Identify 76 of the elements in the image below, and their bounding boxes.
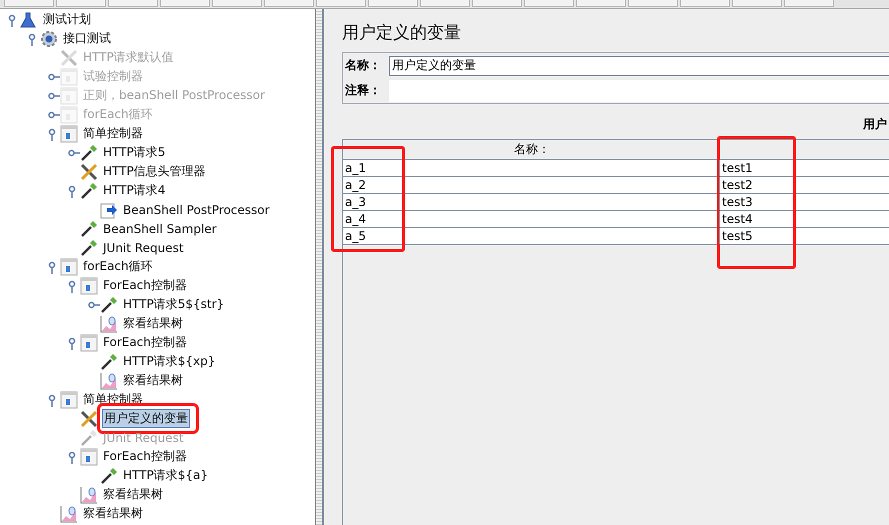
table-cell: a_2 [343,177,720,193]
tools-icon [80,410,98,428]
table-cell: a_5 [343,228,720,244]
graph-icon [100,372,118,390]
controller-icon [60,86,78,104]
tree-item[interactable]: 察看结果树 [122,372,184,389]
table-cell-text: test5 [721,228,754,244]
pipette-icon [80,182,98,200]
expanded-handle-icon[interactable] [68,336,78,350]
expanded-handle-icon[interactable] [28,32,38,46]
tree-item[interactable]: BeanShell PostProcessor [122,202,271,216]
section-title: 用户 [863,116,887,133]
tree-item[interactable]: 简单控制器 [82,125,144,142]
tree-item[interactable]: 接口测试 [62,30,112,47]
expanded-handle-icon[interactable] [68,450,78,464]
expanded-handle-icon[interactable] [48,126,58,140]
table-cell: a_3 [343,194,720,210]
controller-icon [80,448,98,466]
tree-item[interactable]: 察看结果树 [82,505,144,522]
controller-icon [60,106,78,124]
tools-icon [80,162,98,180]
controller-icon [60,390,78,408]
column-header: 名称： [514,141,550,158]
controller-icon [60,68,78,86]
table-cell: a_1 [343,160,720,176]
tree-item[interactable]: HTTP请求${xp} [122,353,216,370]
controller-icon [80,334,98,352]
expanded-handle-icon[interactable] [68,184,78,198]
tree-item[interactable]: HTTP请求5 [102,144,166,161]
tree-item[interactable]: HTTP信息头管理器 [102,163,207,180]
tree-item[interactable]: HTTP请求5${str} [122,296,226,313]
tree-item[interactable]: forEach循环 [82,258,154,275]
table-cell-text: test2 [721,177,754,193]
field-label: 注释： [344,82,382,99]
tools-icon [60,48,78,66]
graph-icon [100,314,118,332]
collapsed-handle-icon[interactable] [68,148,80,156]
field-label: 名称： [344,57,382,74]
flask-icon [20,12,36,28]
controller-icon [60,124,78,142]
pipette-icon [80,428,98,446]
tree-item[interactable]: 察看结果树 [122,315,184,332]
pipette-icon [80,220,98,238]
collapsed-handle-icon[interactable] [88,300,100,308]
tree-item[interactable]: 测试计划 [42,11,92,28]
tree-item[interactable]: HTTP请求4 [102,182,166,199]
table-cell-text: test3 [721,194,754,210]
pipette-icon [100,466,118,484]
tree-item[interactable]: 用户定义的变量 [102,409,190,428]
pipette-icon [100,296,118,314]
expanded-handle-icon[interactable] [48,392,58,406]
controller-icon [80,276,98,294]
tree-item[interactable]: ForEach控制器 [102,277,188,294]
tree-item[interactable]: JUnit Request [102,240,185,254]
table-cell-text: test1 [721,160,754,176]
tree-item[interactable]: ForEach控制器 [102,334,188,351]
gear-icon [40,30,58,48]
panel-title: 用户定义的变量 [342,22,462,44]
controller-icon [60,258,78,276]
tree-item[interactable]: BeanShell Sampler [102,222,218,236]
graph-icon [80,486,98,504]
name-field[interactable]: 用户定义的变量 [389,56,889,76]
pipette-icon [100,352,118,370]
tree-item[interactable]: ForEach控制器 [102,448,188,465]
pipette-icon [80,238,98,256]
expanded-handle-icon[interactable] [8,12,18,26]
comment-field[interactable] [389,80,889,102]
expanded-handle-icon[interactable] [48,260,58,274]
graph-icon [60,504,78,522]
document-arrow-icon [100,200,118,218]
tree-item[interactable]: 察看结果树 [102,486,164,503]
pipette-icon [80,144,98,162]
table-cell-text: test4 [721,211,754,227]
expanded-handle-icon[interactable] [68,278,78,292]
tree-item[interactable]: HTTP请求${a} [122,467,209,484]
table-cell: a_4 [343,211,720,227]
